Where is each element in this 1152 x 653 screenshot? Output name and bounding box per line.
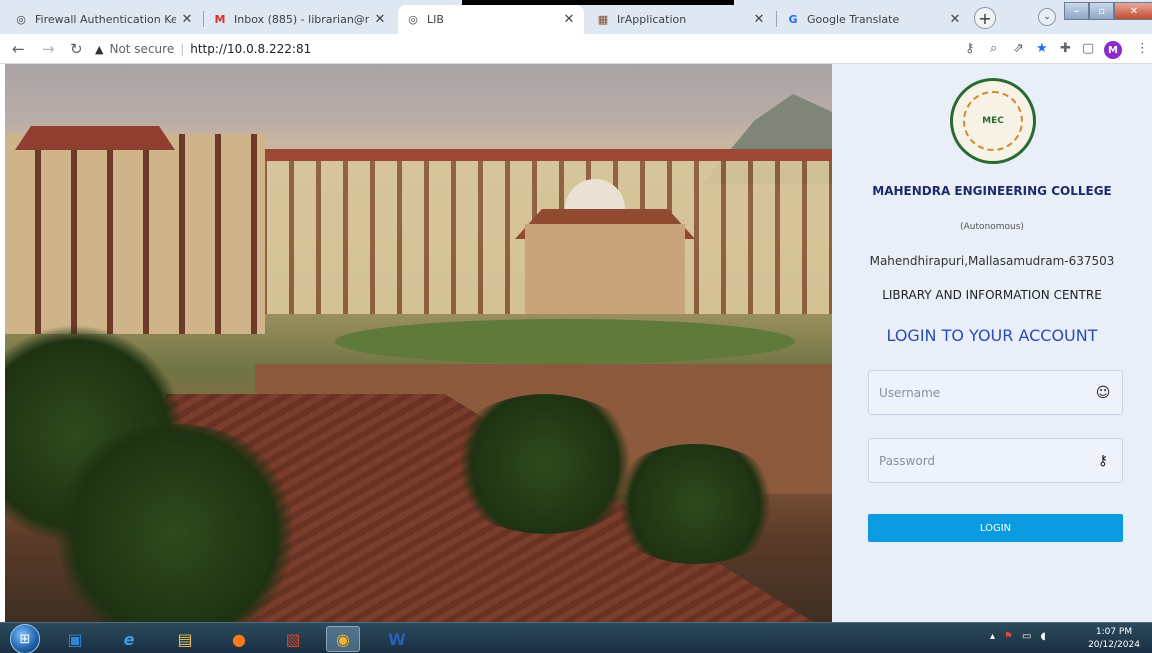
close-icon[interactable]: ✕	[562, 12, 576, 27]
key-icon: ⚷	[1097, 452, 1109, 469]
left-wing-roof	[15, 126, 175, 150]
url-text[interactable]: http://10.0.8.222:81	[190, 42, 311, 56]
forward-arrow-icon[interactable]: →	[42, 40, 55, 58]
new-tab-button[interactable]: +	[974, 7, 996, 29]
tab-inbox[interactable]: M Inbox (885) - librarian@mahen ✕	[205, 5, 395, 34]
lawn	[335, 319, 795, 364]
clock-date: 20/12/2024	[1088, 640, 1140, 650]
back-arrow-icon[interactable]: ←	[12, 40, 25, 58]
menu-icon[interactable]: ⋮	[1136, 41, 1149, 56]
tab-separator	[776, 11, 777, 27]
library-centre-title: LIBRARY AND INFORMATION CENTRE	[882, 288, 1102, 302]
key-icon[interactable]: ⚷	[965, 41, 975, 56]
close-icon[interactable]: ✕	[180, 12, 194, 27]
word-icon[interactable]: W	[380, 626, 414, 652]
tab-title: IrApplication	[617, 13, 687, 26]
tab-title: Inbox (885) - librarian@mahen	[234, 13, 369, 26]
windows-logo-icon: ⊞	[19, 631, 31, 647]
maximize-icon: ▫	[1098, 5, 1105, 17]
address-bar[interactable]: ▲ Not secure | http://10.0.8.222:81	[95, 39, 955, 59]
username-field[interactable]: ☺	[868, 370, 1123, 415]
share-icon[interactable]: ⇗	[1013, 41, 1024, 56]
browser-tab-strip: ◎ Firewall Authentication Keepali ✕ M In…	[0, 0, 1152, 34]
reload-icon[interactable]: ↻	[70, 40, 83, 58]
chrome-icon[interactable]: ◉	[326, 626, 360, 652]
media-center-icon[interactable]: ▣	[58, 626, 92, 652]
divider: |	[180, 42, 185, 56]
globe-icon: ◎	[16, 13, 26, 26]
autonomous-label: (Autonomous)	[960, 222, 1024, 232]
tab-title: Google Translate	[807, 13, 900, 26]
close-icon: ✕	[1129, 5, 1139, 17]
firefox-icon[interactable]: ●	[222, 626, 256, 652]
warning-icon[interactable]: ▲	[95, 43, 103, 56]
college-name: MAHENDRA ENGINEERING COLLEGE	[872, 184, 1112, 198]
system-tray: ▴ ⚑ ▭ ◖	[990, 631, 1046, 642]
windows-taskbar: ⊞ ▣ e ▤ ● ▧ ◉ W ▴ ⚑ ▭ ◖ 1:07 PM 20/12/20…	[0, 622, 1152, 653]
zoom-icon[interactable]: ⌕	[990, 41, 997, 56]
tab-separator	[203, 11, 204, 27]
minimize-button[interactable]: –	[1064, 2, 1089, 20]
logo-emblem: MEC	[963, 91, 1023, 151]
tab-google-translate[interactable]: G Google Translate ✕	[778, 5, 970, 34]
extensions-icon[interactable]: ✚	[1060, 41, 1071, 56]
browser-toolbar: ← → ↻ ▲ Not secure | http://10.0.8.222:8…	[0, 34, 1152, 64]
bookmark-star-icon[interactable]: ★	[1036, 41, 1048, 56]
tab-title: Firewall Authentication Keepali	[35, 13, 176, 26]
tab-search-button[interactable]: ⌄	[1038, 8, 1056, 26]
login-button[interactable]: LOGIN	[868, 514, 1123, 542]
action-center-flag-icon[interactable]: ⚑	[1004, 631, 1013, 642]
app-icon: ▦	[597, 13, 609, 26]
college-logo: MEC	[950, 78, 1036, 164]
tab-title: LIB	[427, 13, 444, 26]
left-wing	[5, 134, 265, 334]
gmail-icon: M	[214, 13, 226, 26]
user-icon: ☺	[1095, 384, 1111, 401]
office-app-icon[interactable]: ▧	[276, 626, 310, 652]
tab-irapplication[interactable]: ▦ IrApplication ✕	[588, 5, 774, 34]
start-button[interactable]: ⊞	[10, 624, 40, 653]
tab-lib[interactable]: ◎ LIB ✕	[398, 5, 584, 34]
profile-avatar[interactable]: M	[1104, 41, 1122, 59]
password-input[interactable]	[879, 453, 1094, 468]
network-icon[interactable]: ▭	[1022, 631, 1031, 642]
security-status[interactable]: Not secure	[109, 42, 174, 56]
volume-icon[interactable]: ◖	[1040, 631, 1045, 642]
college-address: Mahendhirapuri,Mallasamudram-637503	[869, 254, 1115, 268]
login-heading: LOGIN TO YOUR ACCOUNT	[886, 326, 1098, 345]
clock-time: 1:07 PM	[1095, 627, 1133, 637]
side-panel-icon[interactable]: ▢	[1082, 41, 1094, 56]
system-clock[interactable]: 1:07 PM 20/12/2024	[1084, 626, 1144, 652]
close-icon[interactable]: ✕	[752, 12, 766, 27]
campus-photo	[5, 64, 832, 622]
minimize-icon: –	[1074, 5, 1079, 17]
username-input[interactable]	[879, 385, 1094, 400]
close-icon[interactable]: ✕	[373, 12, 387, 27]
close-window-button[interactable]: ✕	[1114, 2, 1152, 20]
globe-icon: ◎	[408, 13, 418, 26]
internet-explorer-icon[interactable]: e	[112, 626, 146, 652]
window-controls: – ▫ ✕	[1064, 2, 1152, 20]
tab-firewall-auth[interactable]: ◎ Firewall Authentication Keepali ✕	[6, 5, 202, 34]
tree	[605, 444, 785, 564]
login-panel: MEC MAHENDRA ENGINEERING COLLEGE (Autono…	[832, 64, 1152, 622]
temple-of-learning	[525, 224, 685, 314]
maximize-button[interactable]: ▫	[1089, 2, 1114, 20]
translate-icon: G	[788, 13, 798, 26]
password-field[interactable]: ⚷	[868, 438, 1123, 483]
file-explorer-icon[interactable]: ▤	[168, 626, 202, 652]
close-icon[interactable]: ✕	[948, 12, 962, 27]
show-hidden-icons-icon[interactable]: ▴	[990, 631, 995, 642]
chevron-down-icon: ⌄	[1043, 12, 1051, 22]
